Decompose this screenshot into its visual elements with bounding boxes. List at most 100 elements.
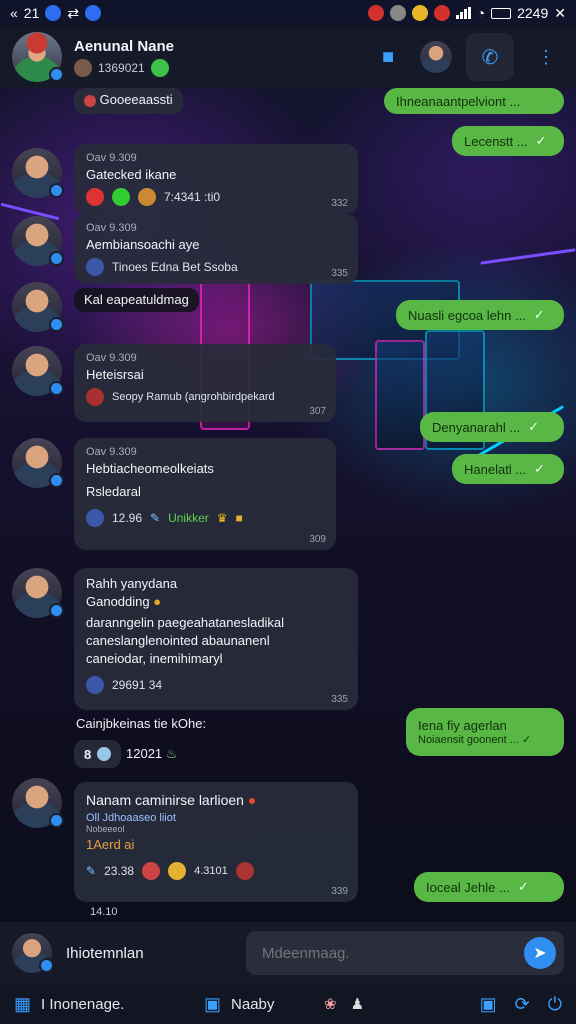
incoming-message[interactable]: Oav 9.309 Gatecked ikane 7:4341 :ti0 332: [74, 144, 358, 214]
attachment-text: 29691 34: [112, 678, 163, 692]
more-menu-icon[interactable]: ⋮: [528, 39, 564, 75]
sticker-icon: [138, 188, 156, 206]
verified-icon: [49, 251, 64, 266]
verified-icon: [49, 473, 64, 488]
notification-icon: [85, 5, 102, 21]
incoming-message[interactable]: Oav 9.309 Heteisrsai Seopy Ramub (angroh…: [74, 344, 336, 422]
sender-avatar[interactable]: [12, 148, 64, 198]
refresh-icon[interactable]: ⟳: [515, 994, 530, 1015]
contact-info[interactable]: Aenunal Nane 1369021: [74, 38, 370, 77]
status-app-icon: [367, 5, 384, 21]
sticker-icon: ❀: [324, 996, 337, 1013]
back-arrows-icon: «: [10, 5, 18, 21]
message-stamp: 335: [331, 268, 348, 279]
verified-icon: [49, 317, 64, 332]
outgoing-message[interactable]: Iena fiy agerlan Noiaensit goonent ... ✓: [406, 708, 564, 756]
sender-avatar[interactable]: [12, 438, 64, 488]
incoming-message[interactable]: Rahh yanydana Ganodding ● daranngelin pa…: [74, 568, 358, 710]
bottom-bar: ▦ I Inonenage. ▣ Naaby ❀ ♟ ▣ ⟳ ⏻: [0, 984, 576, 1024]
bottom-label: Naaby: [231, 995, 275, 1013]
message-text: Ihneanaantpelviont ...: [396, 93, 521, 109]
incoming-message[interactable]: Oav 9.309 Hebtiacheomeolkeiats Rsledaral…: [74, 438, 336, 550]
sticker-icon: [168, 862, 187, 880]
bottom-label: I Inonenage.: [41, 995, 125, 1013]
contact-name: Aenunal Nane: [74, 37, 175, 55]
message-text: Lecenstt ...: [464, 133, 528, 149]
status-clock: 2249: [517, 5, 549, 21]
call-button[interactable]: ✆: [466, 33, 514, 81]
message-chip[interactable]: 8: [74, 740, 122, 768]
send-button[interactable]: ➤: [524, 937, 556, 969]
edit-box-icon: ▣: [204, 993, 222, 1014]
chip-time: 12021: [126, 746, 163, 761]
status-bar: « 21 ⇄ ◔ 2249 ✕: [0, 0, 576, 26]
message-attachments: ✎ 23.38 4.3101: [86, 862, 346, 880]
message-title: Gatecked ikane: [86, 167, 177, 182]
contact-subtitle: 1369021: [74, 58, 370, 77]
read-check-icon: ✓: [533, 307, 545, 322]
attachment-text-2: 4.3101: [194, 865, 228, 877]
message-list[interactable]: Gooeeaassti Ihneanaantpelviont ... Lecen…: [0, 88, 576, 922]
bottom-item-stickers[interactable]: ❀ ♟: [324, 995, 454, 1013]
message-time: Oav 9.309: [86, 222, 137, 234]
message-time: Oav 9.309: [86, 446, 137, 458]
message-attachments: Seopy Ramub (angrohbirdpekard: [86, 388, 324, 406]
bottom-item-nearby[interactable]: ▣ Naaby: [204, 994, 324, 1015]
highlight-text: Unikker: [168, 511, 209, 525]
outgoing-message[interactable]: Denyanarahl ... ✓: [420, 412, 564, 442]
message-stamp: 332: [331, 198, 348, 209]
secondary-avatar[interactable]: [420, 41, 452, 73]
sender-avatar[interactable]: [12, 778, 64, 828]
outgoing-message[interactable]: Ioceal Jehle ... ✓: [414, 872, 564, 902]
outgoing-message[interactable]: Hanelatl ... ✓: [452, 454, 564, 484]
attachment-text: 23.38: [104, 864, 135, 878]
gift-icon: ■: [235, 511, 243, 525]
read-check-icon: ✓: [534, 461, 546, 476]
message-subtext: Noiaensit goonent ...: [418, 734, 519, 746]
sender-avatar[interactable]: [12, 568, 64, 618]
message-text: Hanelatl ...: [464, 461, 527, 477]
attachment-text: Tinoes Edna Bet Ssoba: [112, 260, 238, 274]
message-text: Nuasli egcoa lehn ...: [408, 307, 526, 323]
message-input[interactable]: [262, 944, 502, 962]
attachment-text: 12.96: [112, 511, 143, 525]
message-line: Hebtiacheomeolkeiats: [86, 461, 214, 476]
video-camera-icon[interactable]: ■: [370, 39, 406, 75]
message-stamp: 309: [309, 534, 326, 545]
message-line-text: Ganodding: [86, 594, 150, 609]
emoji-icon: ●: [247, 792, 257, 808]
message-line: daranngelin paegeahatanesladikal: [86, 615, 285, 630]
sender-avatar[interactable]: [12, 282, 64, 332]
message-stamp: 307: [309, 406, 326, 417]
contact-avatar[interactable]: [12, 32, 64, 82]
outgoing-message[interactable]: Ihneanaantpelviont ...: [384, 88, 564, 114]
outgoing-message[interactable]: Nuasli egcoa lehn ... ✓: [396, 300, 564, 330]
message-stamp: 339: [331, 886, 348, 897]
bottom-item-messages[interactable]: ▦ I Inonenage.: [14, 994, 204, 1015]
message-line: Nobeeeol: [86, 824, 125, 834]
incoming-message[interactable]: Nanam caminirse larlioen ● Oll Jdhoaaseo…: [74, 782, 358, 902]
message-line: Rahh yanydana: [86, 576, 178, 591]
sender-avatar[interactable]: [12, 216, 64, 266]
power-icon[interactable]: ⏻: [548, 994, 562, 1015]
image-icon[interactable]: ▣: [480, 994, 497, 1015]
chip-text: Kal eapeatuldmag: [84, 292, 189, 307]
message-footer-time: 14.10: [90, 906, 118, 918]
online-indicator-icon: [150, 58, 169, 77]
message-chip[interactable]: Gooeeaassti: [74, 88, 183, 114]
crown-icon: ♛: [216, 511, 228, 525]
outgoing-message[interactable]: Lecenstt ... ✓: [452, 126, 564, 156]
my-avatar[interactable]: [12, 933, 54, 973]
message-attachments: Tinoes Edna Bet Ssoba: [86, 258, 346, 276]
verified-icon: [39, 958, 54, 973]
sender-avatar[interactable]: [12, 346, 64, 396]
incoming-message[interactable]: Oav 9.309 Aembiansoachi aye Tinoes Edna …: [74, 214, 358, 284]
close-icon[interactable]: ✕: [554, 5, 566, 22]
message-chip[interactable]: Kal eapeatuldmag: [74, 288, 199, 312]
chat-header: Aenunal Nane 1369021 ■ ✆ ⋮: [0, 26, 576, 88]
battery-icon: [491, 7, 512, 19]
read-check-icon: ✓: [528, 419, 540, 434]
user-icon: [86, 676, 104, 694]
message-line: 1Aerd ai: [86, 837, 135, 852]
message-input-box[interactable]: ➤: [246, 931, 564, 975]
